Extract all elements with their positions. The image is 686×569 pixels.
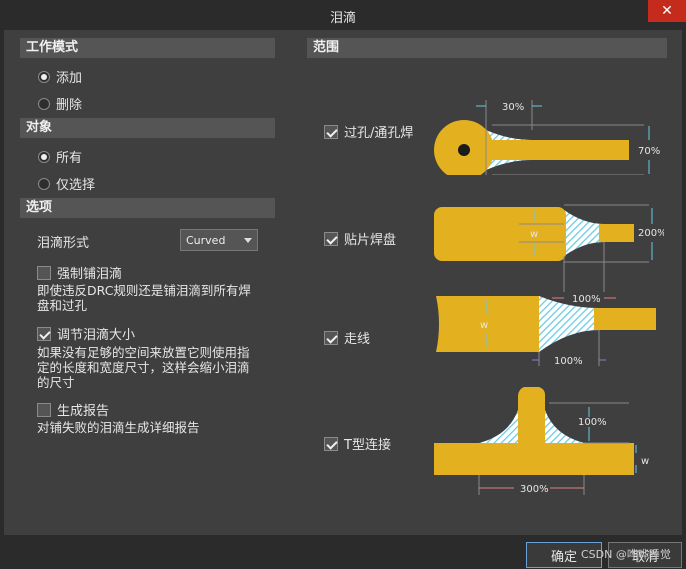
adjust-size-checkbox[interactable]: 调节泪滴大小 <box>37 324 135 343</box>
options-header: 选项 <box>20 198 275 218</box>
t-junction-left-hatch <box>479 410 518 443</box>
t-junction-checkbox[interactable]: T型连接 <box>324 434 391 453</box>
track-checkbox[interactable]: 走线 <box>324 328 370 347</box>
via-hole <box>458 144 470 156</box>
object-header: 对象 <box>20 118 275 138</box>
work-mode-header: 工作模式 <box>20 38 275 58</box>
smd-track <box>599 224 634 242</box>
desc-line: 的尺寸 <box>37 375 75 390</box>
radio-add-label: 添加 <box>56 71 83 86</box>
smd-pad-box[interactable] <box>324 231 338 246</box>
via-teardrop-diagram: 30% 70% d <box>434 100 660 175</box>
via-width-percent: 70% <box>638 146 660 157</box>
t-junction-height-percent: 100% <box>578 417 607 428</box>
smd-width-percent: 200% <box>638 228 664 239</box>
t-junction-box[interactable] <box>324 436 338 451</box>
smd-w-label: w <box>530 229 538 240</box>
track-label: 走线 <box>344 332 371 347</box>
t-junction-teardrop-diagram: 100% w 300% <box>434 387 649 495</box>
radio-add[interactable]: 添加 <box>38 67 82 86</box>
teardrop-style-label: 泪滴形式 <box>37 236 90 251</box>
force-teardrops-checkbox[interactable]: 强制铺泪滴 <box>37 263 122 282</box>
t-junction-length-percent: 300% <box>520 484 549 495</box>
smd-pad <box>434 207 566 261</box>
smd-teardrop-diagram: w 200% 100% <box>434 204 664 305</box>
window-title: 泪滴 <box>329 11 356 26</box>
t-junction-main-track <box>434 443 634 475</box>
radio-all-indicator[interactable] <box>38 150 50 163</box>
track-teardrop-diagram: w 100% <box>436 296 656 367</box>
via-box[interactable] <box>324 124 338 139</box>
radio-selected-only-label: 仅选择 <box>56 178 96 193</box>
desc-line: 定的长度和宽度尺寸，这样会缩小泪滴 <box>37 360 250 375</box>
scope-header: 范围 <box>307 38 667 58</box>
smd-pad-label: 贴片焊盘 <box>344 233 397 248</box>
radio-all[interactable]: 所有 <box>38 147 82 166</box>
track-box[interactable] <box>324 330 338 345</box>
adjust-size-label: 调节泪滴大小 <box>57 328 136 343</box>
radio-add-indicator[interactable] <box>38 70 50 83</box>
track-length-percent: 100% <box>554 356 583 367</box>
desc-line: 即使违反DRC规则还是铺泪滴到所有焊 <box>37 283 251 298</box>
radio-selected-only[interactable]: 仅选择 <box>38 174 95 193</box>
close-button[interactable]: ✕ <box>648 0 686 22</box>
smd-teardrop-hatch <box>564 210 604 256</box>
radio-remove-indicator[interactable] <box>38 97 50 110</box>
dialog-body: 工作模式 添加 删除 对象 所有 仅选择 选项 泪滴形式 Curved 强制铺泪… <box>4 30 682 535</box>
radio-remove[interactable]: 删除 <box>38 94 82 113</box>
desc-line: 如果没有足够的空间来放置它则使用指 <box>37 345 250 360</box>
generate-report-checkbox[interactable]: 生成报告 <box>37 400 109 419</box>
via-checkbox[interactable]: 过孔/通孔焊 <box>324 122 413 141</box>
generate-report-desc: 对铺失败的泪滴生成详细报告 <box>37 420 200 435</box>
force-teardrops-desc: 即使违反DRC规则还是铺泪滴到所有焊 盘和过孔 <box>37 283 251 313</box>
force-teardrops-box[interactable] <box>37 265 51 280</box>
radio-all-label: 所有 <box>56 151 83 166</box>
t-junction-branch-track <box>518 387 545 443</box>
radio-selected-only-indicator[interactable] <box>38 177 50 190</box>
via-length-percent: 30% <box>502 102 524 113</box>
adjust-size-desc: 如果没有足够的空间来放置它则使用指 定的长度和宽度尺寸，这样会缩小泪滴 的尺寸 <box>37 345 250 390</box>
t-junction-w-label: w <box>641 456 649 467</box>
track-teardrop-hatch <box>539 296 599 352</box>
title-bar: 泪滴 ✕ <box>0 0 686 30</box>
teardrop-style-select[interactable]: Curved <box>180 229 258 251</box>
desc-line: 盘和过孔 <box>37 298 88 313</box>
smd-pad-checkbox[interactable]: 贴片焊盘 <box>324 229 396 248</box>
t-junction-label: T型连接 <box>344 438 391 453</box>
generate-report-box[interactable] <box>37 402 51 417</box>
track-w-label: w <box>480 320 488 331</box>
force-teardrops-label: 强制铺泪滴 <box>57 267 123 282</box>
chevron-down-icon <box>244 238 252 243</box>
teardrop-style-value: Curved <box>186 233 226 247</box>
via-track <box>479 140 629 160</box>
radio-remove-label: 删除 <box>56 98 83 113</box>
via-label: 过孔/通孔焊 <box>344 126 414 141</box>
watermark: CSDN @哗哗睡觉 <box>581 548 671 561</box>
track-narrow <box>594 308 656 330</box>
desc-line: 对铺失败的泪滴生成详细报告 <box>37 420 200 435</box>
adjust-size-box[interactable] <box>37 326 51 341</box>
generate-report-label: 生成报告 <box>57 404 110 419</box>
